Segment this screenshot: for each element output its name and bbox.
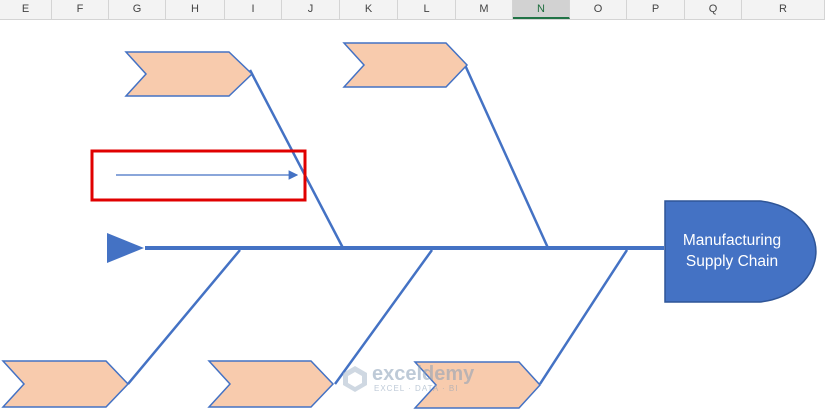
bone-top-right[interactable] xyxy=(463,64,550,249)
fishbone-diagram xyxy=(1,42,817,409)
head-label-line2: Supply Chain xyxy=(685,253,779,270)
cause-box-top-right[interactable] xyxy=(342,42,469,88)
bone-bottom-right[interactable] xyxy=(538,249,629,385)
tail-triangle[interactable] xyxy=(107,233,144,263)
bone-top-left[interactable] xyxy=(248,69,345,249)
head-label-line1: Manufacturing xyxy=(682,232,782,249)
fish-head-label: Manufacturing Supply Chain xyxy=(665,230,799,272)
cause-box-bottom-middle[interactable] xyxy=(207,360,335,408)
cause-box-bottom-right[interactable] xyxy=(413,361,542,409)
cause-box-top-left[interactable] xyxy=(124,51,254,97)
cause-box-bottom-left[interactable] xyxy=(1,360,130,408)
